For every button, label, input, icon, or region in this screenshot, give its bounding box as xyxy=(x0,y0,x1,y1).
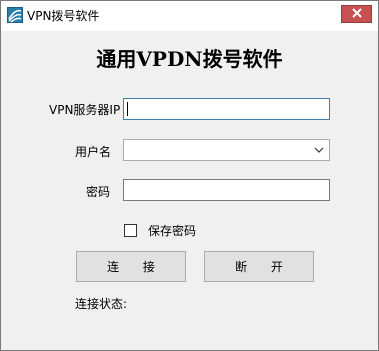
close-button[interactable] xyxy=(341,5,372,23)
connection-status-label: 连接状态: xyxy=(75,297,128,311)
main-window: VPN拨号软件 通用VPDN拨号软件 VPN服务器IP 用户名 密码 保存密码 … xyxy=(0,0,379,351)
form-heading: 通用VPDN拨号软件 xyxy=(96,47,283,71)
window-title: VPN拨号软件 xyxy=(27,9,100,23)
server-ip-input[interactable] xyxy=(123,98,330,120)
text-caret xyxy=(127,102,128,116)
password-input[interactable] xyxy=(123,179,330,201)
username-combobox[interactable] xyxy=(123,139,330,161)
save-password-label[interactable]: 保存密码 xyxy=(148,223,196,239)
password-label: 密码 xyxy=(86,185,111,199)
app-icon xyxy=(7,7,23,23)
connect-button[interactable]: 连 接 xyxy=(76,251,186,282)
username-label: 用户名 xyxy=(75,145,112,159)
save-password-checkbox[interactable] xyxy=(124,224,137,237)
disconnect-button[interactable]: 断 开 xyxy=(204,251,314,282)
title-bar[interactable]: VPN拨号软件 xyxy=(1,1,378,31)
close-icon xyxy=(351,7,362,21)
chevron-down-icon[interactable] xyxy=(313,144,325,156)
server-ip-label: VPN服务器IP xyxy=(49,103,121,117)
